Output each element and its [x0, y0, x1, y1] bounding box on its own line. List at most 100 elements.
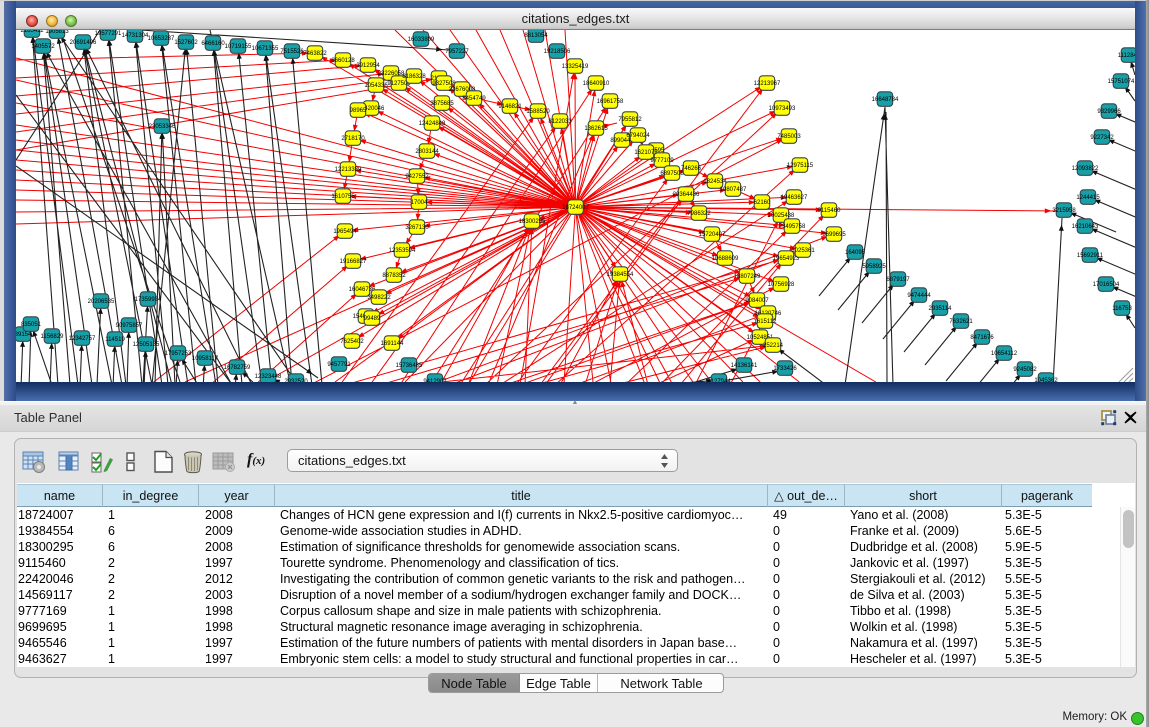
svg-text:10719155: 10719155	[225, 44, 252, 50]
svg-text:7986322: 7986322	[687, 211, 711, 217]
svg-text:12342757: 12342757	[69, 336, 96, 342]
svg-text:2185411: 2185411	[21, 30, 45, 34]
svg-text:10653287: 10653287	[148, 36, 175, 42]
svg-text:1527602: 1527602	[174, 40, 198, 46]
svg-text:12353594: 12353594	[389, 248, 416, 254]
svg-text:18807249: 18807249	[734, 274, 761, 280]
svg-text:19166827: 19166827	[340, 259, 367, 265]
svg-text:16210643: 16210643	[1072, 224, 1099, 230]
svg-text:7955812: 7955812	[618, 117, 642, 123]
svg-text:1054336: 1054336	[364, 83, 388, 89]
svg-text:8122033: 8122033	[548, 119, 572, 125]
svg-text:19384554: 19384554	[607, 272, 634, 278]
svg-text:90975857: 90975857	[116, 323, 143, 329]
svg-text:1025361: 1025361	[791, 248, 815, 254]
svg-text:98965: 98965	[350, 108, 367, 114]
svg-text:20364436: 20364436	[673, 192, 700, 198]
svg-text:12424848: 12424848	[419, 121, 446, 127]
svg-text:15751074: 15751074	[1108, 79, 1135, 85]
svg-text:116753: 116753	[1112, 306, 1132, 312]
svg-text:7957227: 7957227	[445, 49, 469, 55]
svg-text:9245082: 9245082	[1013, 367, 1037, 373]
svg-text:12213967: 12213967	[754, 81, 781, 87]
svg-text:8813054: 8813054	[524, 33, 548, 39]
svg-text:9084007: 9084007	[745, 298, 769, 304]
svg-text:12323448: 12323448	[255, 374, 282, 380]
svg-text:1615112: 1615112	[754, 319, 778, 325]
svg-text:9412907: 9412907	[423, 379, 447, 382]
svg-text:10654112: 10654112	[991, 351, 1018, 357]
svg-text:9146821: 9146821	[498, 104, 522, 110]
svg-text:7625402: 7625402	[340, 339, 364, 345]
svg-text:6466160: 6466160	[201, 41, 225, 47]
svg-text:1045362: 1045362	[1034, 378, 1058, 382]
svg-text:14136141: 14136141	[731, 363, 758, 369]
svg-text:20206535: 20206535	[88, 299, 115, 305]
svg-text:17957253: 17957253	[165, 351, 192, 357]
svg-text:8454749: 8454749	[462, 96, 486, 102]
svg-text:835051: 835051	[21, 322, 42, 328]
svg-text:7485003: 7485003	[777, 134, 801, 140]
svg-text:8660128: 8660128	[331, 58, 355, 64]
svg-text:2803144: 2803144	[415, 149, 439, 155]
svg-text:12975115: 12975115	[787, 163, 814, 169]
svg-text:2718170: 2718170	[341, 136, 365, 142]
svg-text:12093822: 12093822	[1072, 166, 1099, 172]
svg-text:8471676: 8471676	[970, 335, 994, 341]
svg-text:17016504: 17016504	[1093, 282, 1120, 288]
svg-text:9329966: 9329966	[1097, 109, 1121, 115]
svg-text:8127944: 8127944	[707, 379, 731, 382]
svg-text:6794024: 6794024	[626, 133, 650, 139]
svg-text:10807487: 10807487	[720, 187, 747, 193]
svg-text:7515526: 7515526	[280, 49, 304, 55]
svg-text:9474444: 9474444	[907, 293, 931, 299]
svg-text:1156829: 1156829	[41, 334, 65, 340]
svg-text:13325419: 13325419	[562, 64, 589, 70]
svg-text:18640910: 18640910	[583, 81, 610, 87]
svg-text:99489: 99489	[364, 316, 381, 322]
svg-text:23495758: 23495758	[779, 224, 806, 230]
svg-text:62160: 62160	[754, 200, 771, 206]
svg-text:17004: 17004	[411, 200, 428, 206]
svg-text:3267130: 3267130	[405, 225, 429, 231]
svg-text:7632621: 7632621	[949, 319, 973, 325]
svg-text:39154: 39154	[16, 332, 32, 338]
svg-text:19218506: 19218506	[544, 49, 571, 55]
svg-text:1733426: 1733426	[773, 366, 797, 372]
svg-text:16782759: 16782759	[224, 365, 251, 371]
svg-text:3215958: 3215958	[1052, 208, 1076, 214]
svg-text:1244415: 1244415	[1076, 195, 1100, 201]
svg-text:20691406: 20691406	[70, 40, 97, 46]
svg-text:3875685: 3875685	[430, 101, 454, 107]
svg-text:10688609: 10688609	[712, 256, 739, 262]
svg-text:6879197: 6879197	[886, 277, 910, 283]
svg-text:17359934: 17359934	[135, 297, 162, 303]
svg-text:8878352: 8878352	[382, 273, 406, 279]
svg-text:16648784: 16648784	[872, 97, 899, 103]
svg-text:7463822: 7463822	[303, 51, 327, 57]
svg-text:18724007: 18724007	[562, 205, 589, 211]
svg-text:9457791: 9457791	[327, 362, 351, 368]
svg-text:3498222: 3498222	[367, 295, 391, 301]
svg-text:2932520: 2932520	[284, 379, 308, 382]
svg-text:10756928: 10756928	[768, 282, 795, 288]
svg-text:114519: 114519	[105, 337, 125, 343]
svg-text:8186328: 8186328	[402, 74, 426, 80]
svg-text:3912954: 3912954	[356, 63, 380, 69]
svg-text:1691144: 1691144	[381, 341, 405, 347]
svg-text:9777109: 9777109	[650, 158, 674, 164]
svg-text:9227342: 9227342	[1090, 135, 1114, 141]
svg-text:18300295: 18300295	[519, 219, 546, 225]
svg-text:19577291: 19577291	[95, 31, 122, 37]
svg-text:14731304: 14731304	[122, 33, 149, 39]
svg-text:10025438: 10025438	[768, 213, 795, 219]
svg-text:16033809: 16033809	[408, 37, 435, 43]
svg-text:10958117: 10958117	[192, 356, 219, 362]
svg-text:12213389: 12213389	[335, 167, 362, 173]
svg-text:252214: 252214	[763, 343, 784, 349]
svg-text:15692911: 15692911	[1077, 253, 1104, 259]
svg-text:19463627: 19463627	[781, 195, 808, 201]
svg-text:16961758: 16961758	[597, 99, 624, 105]
svg-text:12505135: 12505135	[133, 342, 160, 348]
svg-text:1112840: 1112840	[1118, 53, 1135, 59]
